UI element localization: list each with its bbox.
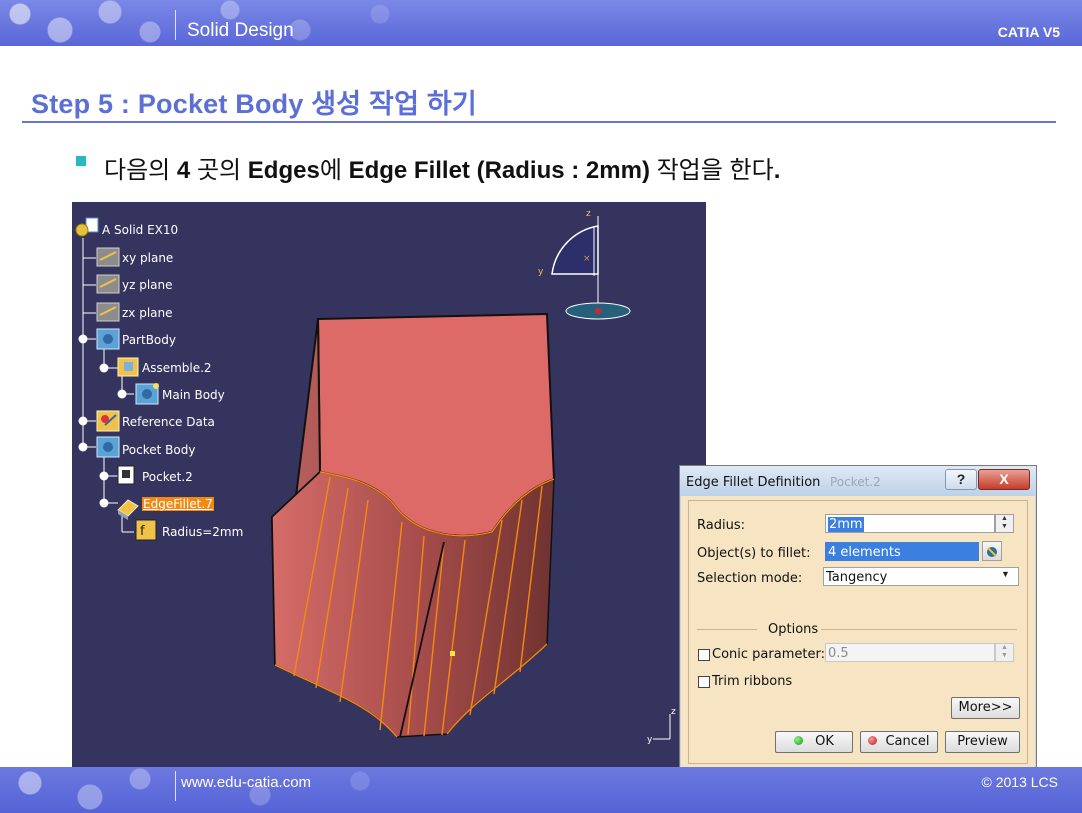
radius-input[interactable]: 2mm xyxy=(825,514,995,533)
options-label: Options xyxy=(768,622,819,637)
conic-parameter-spinner[interactable]: ▲ ▼ xyxy=(995,643,1014,662)
selection-mode-value: Tangency xyxy=(826,570,888,585)
axis-y-label: y xyxy=(647,735,653,745)
objects-label: Object(s) to fillet: xyxy=(697,546,811,561)
conic-parameter-label: Conic parameter: xyxy=(712,647,825,662)
edit-list-button[interactable] xyxy=(982,541,1002,561)
edit-list-icon xyxy=(987,547,997,557)
trim-ribbons-label: Trim ribbons xyxy=(712,674,793,689)
conic-parameter-input[interactable]: 0.5 xyxy=(825,643,995,662)
bullet-count: 4 xyxy=(176,157,191,184)
selection-mode-select[interactable]: Tangency xyxy=(823,567,1019,586)
bullet-part-3: 에 xyxy=(319,157,349,184)
bullet-part-2: 곳의 xyxy=(190,157,248,184)
header-bar: Solid Design CATIA V5 xyxy=(0,0,1082,46)
bullet-period: . xyxy=(773,157,781,184)
more-button[interactable]: More>> xyxy=(951,697,1020,719)
edge-fillet-dialog[interactable]: Edge Fillet Definition Pocket.2 ? X Radi… xyxy=(679,465,1037,769)
bullet-part-4: 작업을 한다 xyxy=(649,157,774,184)
cancel-button[interactable]: Cancel xyxy=(860,731,938,753)
trim-ribbons-checkbox[interactable] xyxy=(698,676,710,688)
chevron-down-icon[interactable]: ▼ xyxy=(1001,569,1010,579)
bullet-text: 다음의 4 곳의 Edges에 Edge Fillet (Radius : 2m… xyxy=(104,150,780,185)
bullet-edges: Edges xyxy=(247,157,320,184)
header-separator xyxy=(175,10,176,40)
ok-label: OK xyxy=(815,734,834,749)
objects-to-fillet-field[interactable]: 4 elements xyxy=(825,542,979,561)
options-divider-right xyxy=(821,629,1017,630)
bullet-part-1: 다음의 xyxy=(104,157,177,184)
dialog-titlebar[interactable]: Edge Fillet Definition Pocket.2 ? X xyxy=(680,466,1036,496)
header-title: Solid Design xyxy=(187,20,294,41)
close-button[interactable]: X xyxy=(978,469,1030,490)
footer-separator xyxy=(175,771,176,801)
ok-dot-icon xyxy=(794,736,804,745)
title-underline xyxy=(22,121,1056,123)
ok-button[interactable]: OK xyxy=(775,731,853,753)
dialog-title-shadow-text: Pocket.2 xyxy=(830,475,881,489)
cancel-label: Cancel xyxy=(885,734,930,749)
dialog-body: Radius: 2mm ▲ ▼ Object(s) to fillet: 4 el… xyxy=(688,500,1028,764)
help-button[interactable]: ? xyxy=(945,469,977,490)
slide-title: Step 5 : Pocket Body 생성 작업 하기 xyxy=(31,89,477,119)
pocket-body-solid[interactable]: z y xyxy=(72,202,706,768)
footer-url[interactable]: www.edu-catia.com xyxy=(181,774,311,791)
radius-spinner[interactable]: ▲ ▼ xyxy=(995,514,1014,533)
bullet-marker xyxy=(76,156,86,166)
footer-copyright: © 2013 LCS xyxy=(981,774,1058,790)
radius-value: 2mm xyxy=(828,517,864,532)
dialog-title: Edge Fillet Definition xyxy=(686,475,821,490)
footer-bar: www.edu-catia.com © 2013 LCS xyxy=(0,767,1082,813)
preview-button[interactable]: Preview xyxy=(945,731,1020,753)
selection-mode-label: Selection mode: xyxy=(697,571,803,586)
cancel-dot-icon xyxy=(868,736,878,745)
options-divider-left xyxy=(697,629,757,630)
header-product: CATIA V5 xyxy=(997,24,1060,40)
conic-parameter-checkbox[interactable] xyxy=(698,649,710,661)
axis-z-label: z xyxy=(671,707,676,717)
radius-label: Radius: xyxy=(697,518,745,533)
bullet-command: Edge Fillet (Radius : 2mm) xyxy=(348,157,650,184)
catia-3d-viewport[interactable]: f A Solid EX10 xy plane yz plane zx plan… xyxy=(72,202,706,768)
